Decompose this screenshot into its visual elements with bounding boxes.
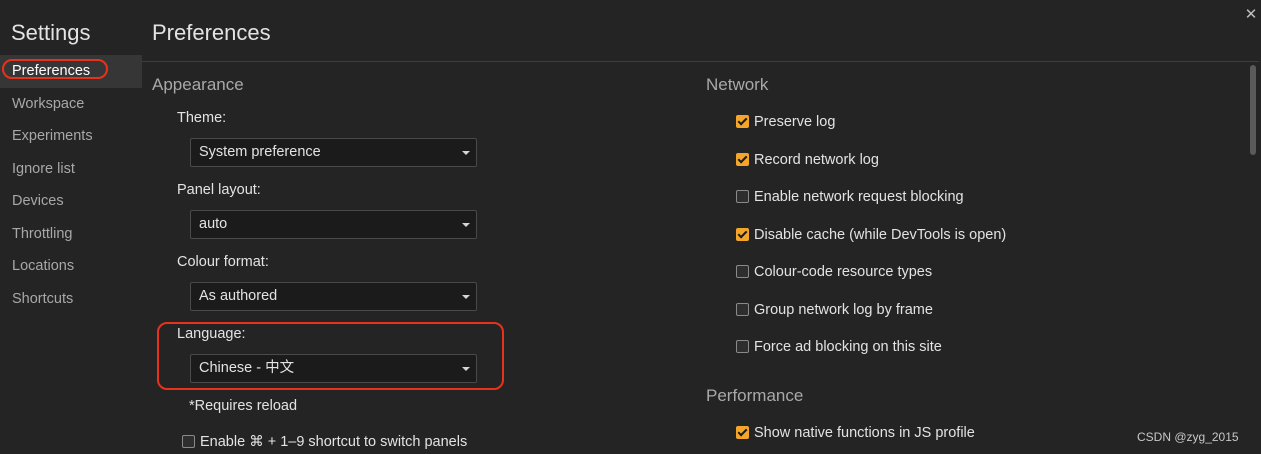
sidebar-item-locations[interactable]: Locations <box>0 250 142 283</box>
checkbox[interactable] <box>736 264 749 278</box>
sidebar-item-label: Ignore list <box>12 160 75 177</box>
record-network-log-option[interactable]: Record network log <box>736 151 879 169</box>
watermark: CSDN @zyg_2015 <box>1137 430 1239 444</box>
sidebar-title: Settings <box>11 20 91 45</box>
disable-cache-option[interactable]: Disable cache (while DevTools is open) <box>736 226 1006 244</box>
checkbox[interactable] <box>736 114 749 128</box>
checkbox[interactable] <box>736 227 749 241</box>
theme-select[interactable]: System preference <box>190 138 477 167</box>
chevron-down-icon <box>462 151 470 155</box>
language-select[interactable]: Chinese - 中文 <box>190 354 477 383</box>
sidebar-item-label: Devices <box>12 193 64 209</box>
sidebar-item-experiments[interactable]: Experiments <box>0 120 142 153</box>
requires-reload-note: *Requires reload <box>189 398 298 414</box>
panel-shortcut-option[interactable]: Enable ⌘ + 1–9 shortcut to switch panels <box>182 433 467 451</box>
colour-code-resource-types-option[interactable]: Colour-code resource types <box>736 263 932 281</box>
checkbox[interactable] <box>182 434 195 448</box>
sidebar-item-label: Experiments <box>12 128 93 144</box>
sidebar-item-label: Throttling <box>12 225 73 242</box>
panel-layout-select[interactable]: auto <box>190 210 477 239</box>
colour-format-label: Colour format: <box>177 254 269 270</box>
chevron-down-icon <box>462 367 470 371</box>
checkbox[interactable] <box>736 189 749 203</box>
panel-layout-label: Panel layout: <box>177 182 261 198</box>
settings-sidebar: Settings Preferences Workspace Experimen… <box>0 0 142 454</box>
sidebar-item-preferences[interactable]: Preferences <box>0 55 142 88</box>
colour-format-select-value: As authored <box>199 288 278 304</box>
preserve-log-option[interactable]: Preserve log <box>736 113 835 131</box>
sidebar-item-ignore-list[interactable]: Ignore list <box>0 153 142 186</box>
sidebar-nav: Preferences Workspace Experiments Ignore… <box>0 55 142 315</box>
checkbox-label: Enable network request blocking <box>754 189 964 205</box>
sidebar-item-workspace[interactable]: Workspace <box>0 88 142 121</box>
sidebar-item-label: Shortcuts <box>12 290 74 307</box>
chevron-down-icon <box>462 223 470 227</box>
checkbox-label: Colour-code resource types <box>754 264 933 280</box>
section-title-network: Network <box>706 75 769 94</box>
sidebar-item-throttling[interactable]: Throttling <box>0 218 142 251</box>
checkbox-label: Force ad blocking on this site <box>754 339 942 355</box>
checkbox-label: Enable ⌘ + 1–9 shortcut to switch panels <box>200 434 468 450</box>
checkbox-label: Group network log by frame <box>754 302 933 318</box>
checkbox-label: Disable cache (while DevTools is open) <box>754 227 1007 243</box>
checkbox[interactable] <box>736 302 749 316</box>
language-select-value: Chinese - 中文 <box>199 360 295 376</box>
checkbox[interactable] <box>736 425 749 439</box>
vertical-scrollbar[interactable] <box>1248 63 1258 454</box>
theme-label: Theme: <box>177 110 227 126</box>
network-request-blocking-option[interactable]: Enable network request blocking <box>736 188 964 206</box>
header-divider <box>142 61 1259 62</box>
group-network-log-by-frame-option[interactable]: Group network log by frame <box>736 301 933 319</box>
page-title: Preferences <box>152 20 271 45</box>
theme-select-value: System preference <box>199 144 321 160</box>
colour-format-select[interactable]: As authored <box>190 282 477 311</box>
chevron-down-icon <box>462 295 470 299</box>
sidebar-item-shortcuts[interactable]: Shortcuts <box>0 283 142 316</box>
show-native-functions-option[interactable]: Show native functions in JS profile <box>736 424 975 442</box>
sidebar-item-devices[interactable]: Devices <box>0 185 142 218</box>
panel-layout-select-value: auto <box>199 216 228 232</box>
checkbox-label: Preserve log <box>754 114 836 130</box>
annotation-highlight-preferences <box>2 59 108 79</box>
checkbox[interactable] <box>736 152 749 166</box>
force-ad-blocking-option[interactable]: Force ad blocking on this site <box>736 338 942 356</box>
section-title-performance: Performance <box>706 386 804 405</box>
scrollbar-thumb[interactable] <box>1250 65 1256 155</box>
sidebar-item-label: Locations <box>12 258 75 274</box>
checkbox[interactable] <box>736 339 749 353</box>
checkbox-label: Record network log <box>754 152 879 168</box>
close-icon[interactable]: ✕ <box>1244 5 1258 23</box>
sidebar-item-label: Workspace <box>12 95 85 112</box>
language-label: Language: <box>177 326 246 342</box>
section-title-appearance: Appearance <box>152 75 244 94</box>
checkbox-label: Show native functions in JS profile <box>754 425 975 441</box>
